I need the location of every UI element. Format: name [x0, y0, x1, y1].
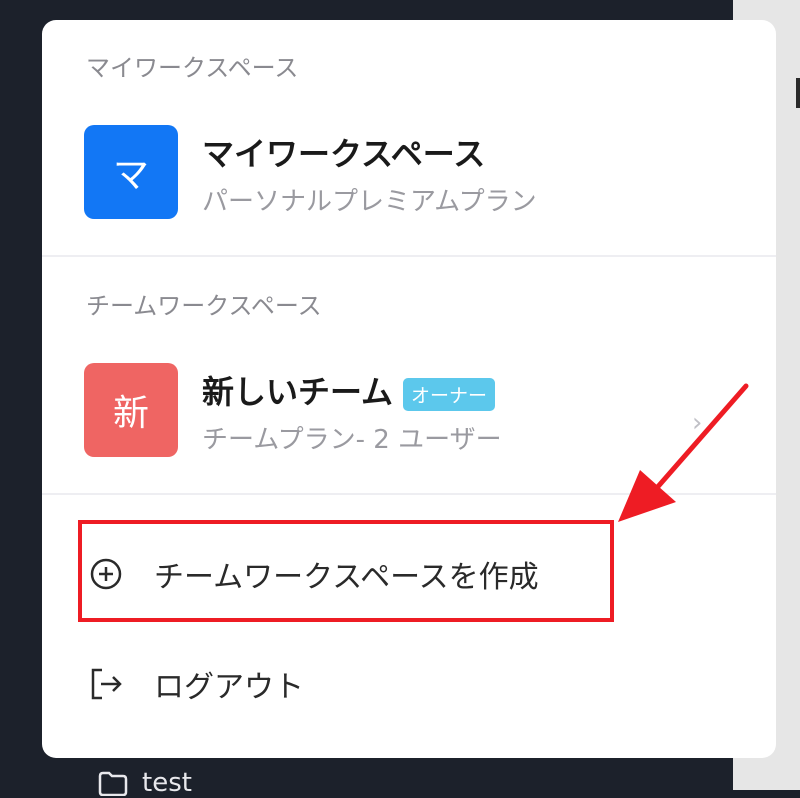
- team-workspace-name: 新しいチーム: [202, 373, 394, 411]
- logout-button[interactable]: ログアウト: [42, 652, 776, 716]
- team-workspace-avatar: 新: [84, 363, 178, 457]
- my-workspace-item[interactable]: マ マイワークスペース パーソナルプレミアムプラン: [42, 125, 776, 225]
- plus-circle-icon: [86, 554, 126, 594]
- panel-edge-mark: [796, 78, 800, 108]
- owner-badge: オーナー: [403, 377, 496, 411]
- folder-icon: [98, 771, 128, 796]
- create-team-workspace-button[interactable]: チームワークスペースを作成: [42, 542, 776, 606]
- sidebar-folder-item[interactable]: test: [98, 768, 192, 798]
- my-workspace-plan: パーソナルプレミアムプラン: [202, 187, 537, 217]
- team-workspace-name-row: 新しいチーム オーナー: [202, 367, 496, 413]
- my-workspace-section-label: マイワークスペース: [86, 54, 299, 82]
- team-workspace-plan: チームプラン- 2 ユーザー: [202, 425, 502, 455]
- my-workspace-avatar: マ: [84, 125, 178, 219]
- team-workspace-section-label: チームワークスペース: [86, 292, 322, 320]
- workspace-switcher-menu: マイワークスペース マ マイワークスペース パーソナルプレミアムプラン チームワ…: [42, 20, 776, 758]
- sidebar-folder-label: test: [142, 768, 192, 798]
- team-workspace-item[interactable]: 新 新しいチーム オーナー チームプラン- 2 ユーザー: [42, 363, 776, 463]
- section-divider: [42, 255, 776, 257]
- logout-icon: [86, 664, 126, 704]
- my-workspace-name: マイワークスペース: [202, 135, 486, 173]
- section-divider: [42, 493, 776, 495]
- chevron-right-icon: ›: [692, 408, 703, 438]
- logout-label: ログアウト: [154, 670, 304, 705]
- create-team-workspace-label: チームワークスペースを作成: [154, 560, 539, 595]
